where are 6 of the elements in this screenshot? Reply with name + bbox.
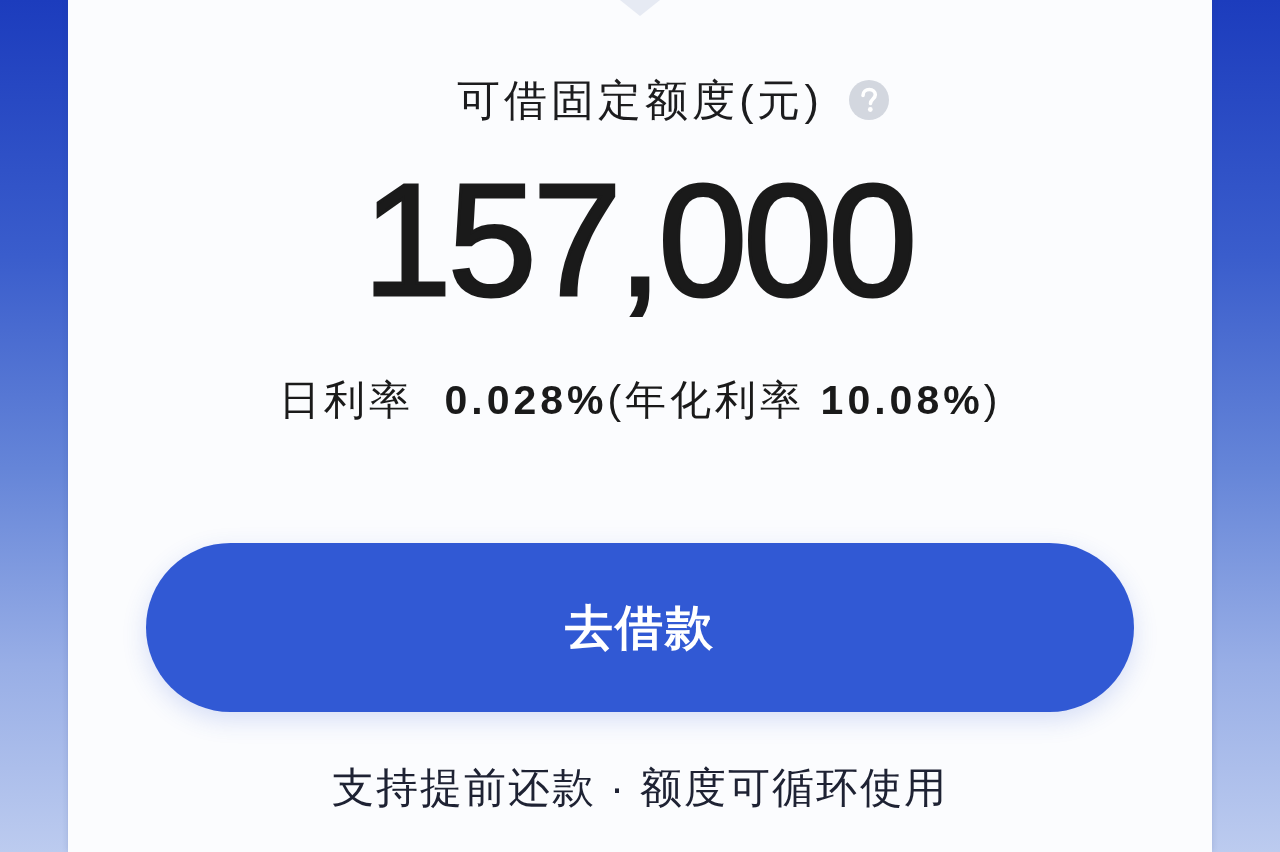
borrow-button[interactable]: 去借款 bbox=[146, 543, 1134, 712]
limit-title: 可借固定额度(元) bbox=[457, 75, 823, 126]
amount-value: 157,000 bbox=[362, 155, 915, 325]
help-icon[interactable] bbox=[848, 80, 889, 120]
footnote-text: 支持提前还款 · 额度可循环使用 bbox=[332, 763, 948, 813]
interest-rate-text: 日利率 0.028%(年化利率 10.08%) bbox=[278, 376, 1002, 425]
